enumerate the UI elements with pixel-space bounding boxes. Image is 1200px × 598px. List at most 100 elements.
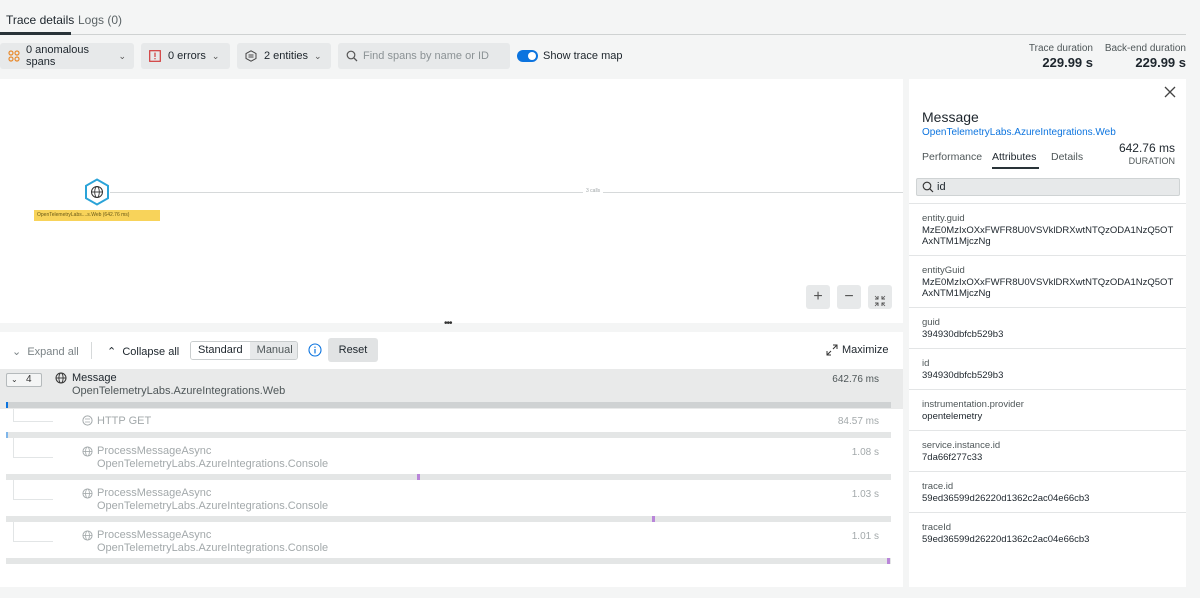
attribute-row: service.instance.id 7da66f277c33 <box>909 430 1186 471</box>
globe-icon <box>82 530 93 541</box>
tree-connector <box>13 438 53 458</box>
attribute-key: entityGuid <box>922 265 965 276</box>
http-icon <box>82 415 93 426</box>
attribute-key: entity.guid <box>922 213 965 224</box>
attribute-row: traceId 59ed36599d26220d1362c2ac04e66cb3 <box>909 512 1186 553</box>
attribute-row: guid 394930dbfcb529b3 <box>909 307 1186 348</box>
info-icon[interactable] <box>308 343 322 357</box>
span-search-placeholder: Find spans by name or ID <box>363 50 489 62</box>
anomaly-icon <box>8 50 20 62</box>
view-manual[interactable]: Manual <box>249 342 297 359</box>
attribute-key: service.instance.id <box>922 440 1001 451</box>
zoom-out-button[interactable]: − <box>837 285 861 309</box>
tab-details[interactable]: Details <box>1051 151 1083 163</box>
search-icon <box>346 50 358 62</box>
maximize-button[interactable]: Maximize <box>826 344 888 356</box>
chevron-down-icon: ⌄ <box>211 50 220 61</box>
attribute-value: MzE0MzIxOXxFWFR8U0VSVklDRXwtNTQzODA1NzQ5… <box>922 277 1174 299</box>
globe-icon <box>55 372 67 384</box>
active-tab-indicator <box>992 167 1039 169</box>
attribute-search-value: id <box>937 181 946 193</box>
attribute-value: MzE0MzIxOXxFWFR8U0VSVklDRXwtNTQzODA1NzQ5… <box>922 225 1174 247</box>
panel-entity-link[interactable]: OpenTelemetryLabs.AzureIntegrations.Web <box>922 127 1116 138</box>
resize-handle[interactable]: ••• <box>444 318 452 329</box>
span-name[interactable]: HTTP GET <box>97 415 151 427</box>
service-node-icon[interactable] <box>83 178 111 206</box>
view-mode-toggle[interactable]: Standard Manual <box>190 341 298 360</box>
span-entity: OpenTelemetryLabs.AzureIntegrations.Cons… <box>97 458 329 470</box>
backend-duration-value: 229.99 s <box>1135 55 1186 70</box>
span-details-panel: Message OpenTelemetryLabs.AzureIntegrati… <box>909 79 1186 587</box>
span-timeline-bar <box>6 516 891 522</box>
chevron-down-icon: ⌄ <box>118 50 126 61</box>
span-duration: 84.57 ms <box>837 416 879 427</box>
fit-view-button[interactable] <box>868 285 892 309</box>
attribute-value: 59ed36599d26220d1362c2ac04e66cb3 <box>922 534 1090 545</box>
panel-duration-label: DURATION <box>1128 156 1175 166</box>
tree-connector <box>13 480 53 500</box>
chevron-down-icon: ⌄ <box>314 50 322 61</box>
backend-duration-label: Back-end duration <box>1104 43 1186 54</box>
span-timeline-bar <box>6 432 891 438</box>
span-timeline-marker <box>887 558 890 564</box>
span-entity: OpenTelemetryLabs.AzureIntegrations.Cons… <box>97 500 329 512</box>
span-name[interactable]: ProcessMessageAsync <box>97 487 211 499</box>
span-entity: OpenTelemetryLabs.AzureIntegrations.Web <box>72 385 286 397</box>
close-icon[interactable] <box>1163 85 1177 99</box>
span-timeline-bar <box>6 402 891 408</box>
show-trace-map-label: Show trace map <box>543 50 623 62</box>
span-search-input[interactable]: Find spans by name or ID <box>338 43 510 69</box>
view-standard[interactable]: Standard <box>191 342 250 359</box>
trace-duration-label: Trace duration <box>1028 43 1093 54</box>
span-timeline-bar <box>6 558 891 564</box>
tab-logs[interactable]: Logs (0) <box>78 13 122 27</box>
globe-icon <box>82 488 93 499</box>
expand-arrows-icon <box>826 344 838 356</box>
trace-map[interactable]: 3 calls OpenTelemetryLabs....s.Web (642.… <box>0 79 903 323</box>
attribute-row: entity.guid MzE0MzIxOXxFWFR8U0VSVklDRXwt… <box>909 203 1186 255</box>
span-duration: 1.08 s <box>851 447 879 458</box>
search-icon <box>922 181 934 193</box>
span-name[interactable]: ProcessMessageAsync <box>97 529 211 541</box>
attribute-row: instrumentation.provider opentelemetry <box>909 389 1186 430</box>
tab-trace-details[interactable]: Trace details <box>6 13 74 27</box>
attribute-key: trace.id <box>922 481 954 492</box>
attribute-value: opentelemetry <box>922 411 983 422</box>
attribute-key: instrumentation.provider <box>922 399 1024 410</box>
collapse-all-button[interactable]: ⌃ Collapse all <box>107 345 179 358</box>
span-name: Message <box>72 372 117 384</box>
zoom-in-button[interactable]: + <box>806 285 830 309</box>
show-trace-map-toggle[interactable] <box>517 50 538 62</box>
tab-attributes[interactable]: Attributes <box>992 151 1036 163</box>
divider <box>91 342 92 359</box>
child-count-badge[interactable]: ⌄ 4 <box>6 373 42 387</box>
span-list: ⌄ Expand all ⌃ Collapse all Standard Man… <box>0 332 903 587</box>
attribute-key: traceId <box>922 522 952 533</box>
errors-dropdown[interactable]: 0 errors ⌄ <box>141 43 230 69</box>
trace-duration-value: 229.99 s <box>1042 55 1093 70</box>
reset-button[interactable]: Reset <box>328 338 378 362</box>
tab-performance[interactable]: Performance <box>922 151 982 163</box>
service-node-label[interactable]: OpenTelemetryLabs....s.Web (642.76 ms) <box>34 210 160 221</box>
attribute-value: 394930dbfcb529b3 <box>922 329 1004 340</box>
tree-connector <box>13 522 53 542</box>
tree-connector <box>13 409 53 422</box>
span-entity: OpenTelemetryLabs.AzureIntegrations.Cons… <box>97 542 329 554</box>
entities-label: 2 entities <box>264 50 309 62</box>
panel-title: Message <box>922 109 979 125</box>
span-duration: 1.03 s <box>851 489 879 500</box>
entities-dropdown[interactable]: 2 entities ⌄ <box>237 43 331 69</box>
attribute-search-input[interactable]: id <box>916 178 1180 196</box>
span-duration: 1.01 s <box>851 531 879 542</box>
error-icon <box>149 50 161 62</box>
expand-all-button[interactable]: ⌄ Expand all <box>12 345 79 358</box>
attribute-value: 394930dbfcb529b3 <box>922 370 1004 381</box>
attribute-value: 7da66f277c33 <box>922 452 983 463</box>
span-name[interactable]: ProcessMessageAsync <box>97 445 211 457</box>
span-duration: 642.76 ms <box>832 374 879 385</box>
panel-duration-value: 642.76 ms <box>1118 141 1175 155</box>
errors-label: 0 errors <box>168 50 206 62</box>
anomalous-spans-dropdown[interactable]: 0 anomalous spans ⌄ <box>0 43 134 69</box>
span-timeline-marker <box>417 474 420 480</box>
attribute-key: guid <box>922 317 940 328</box>
